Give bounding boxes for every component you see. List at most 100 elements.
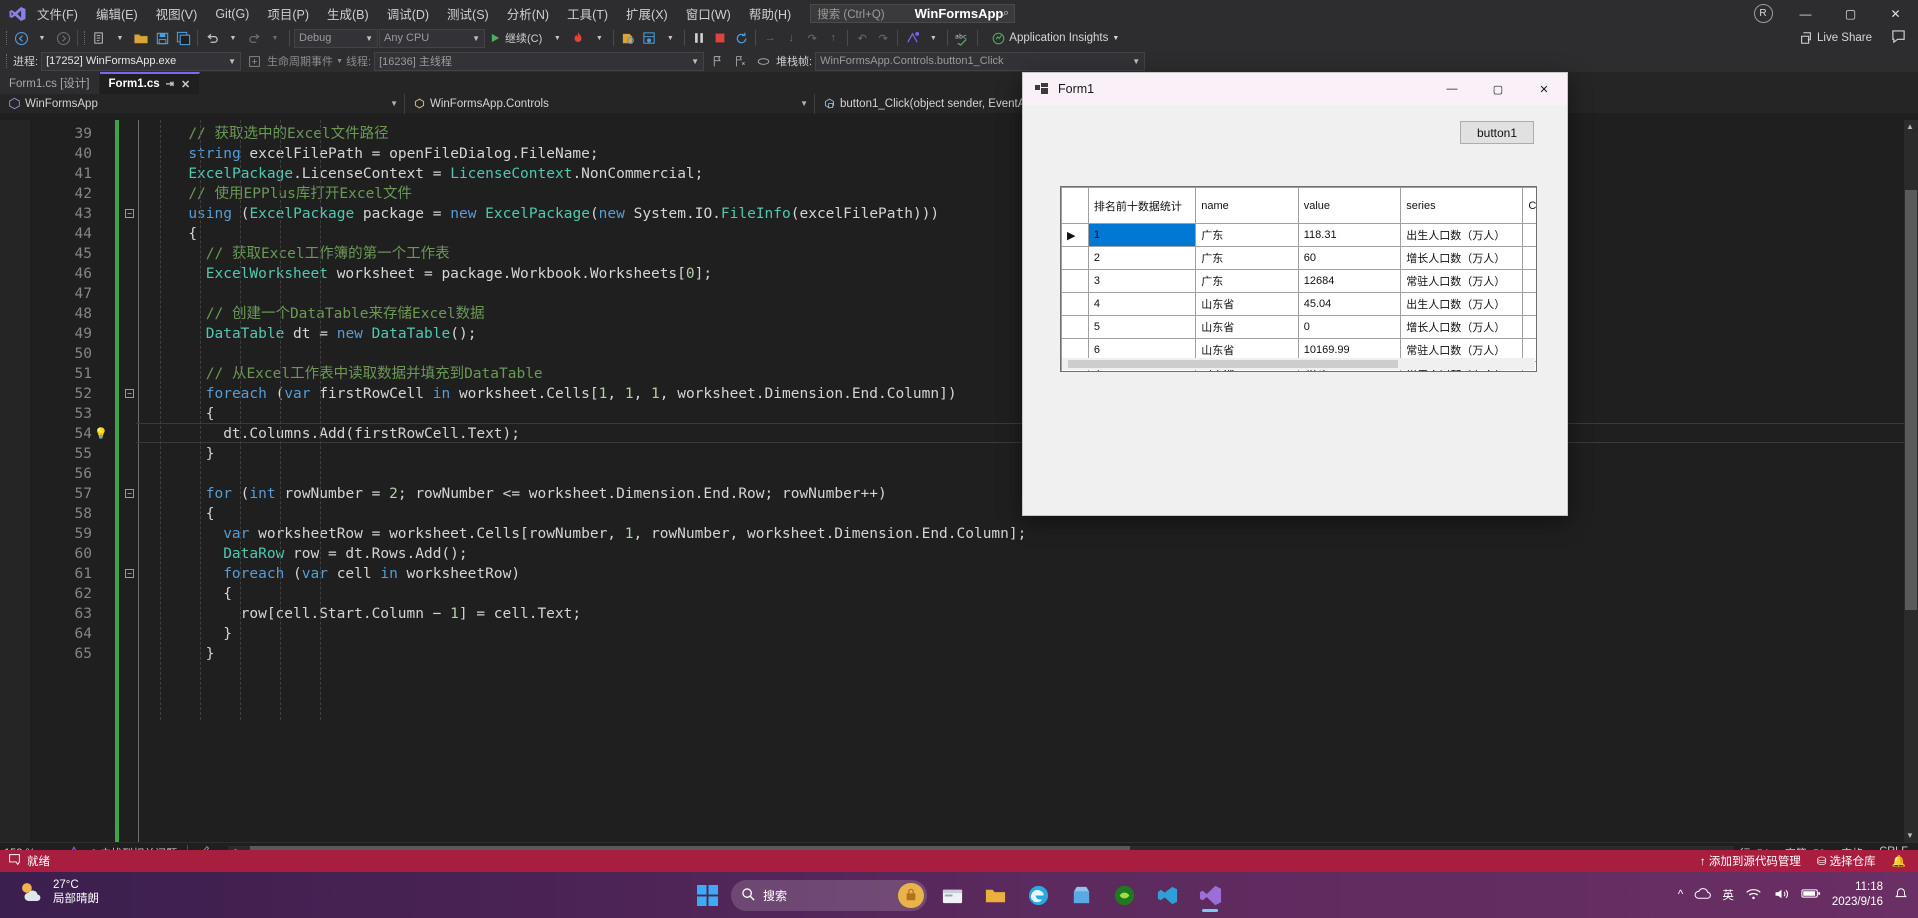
table-cell[interactable]: 广东 [1195,269,1299,293]
close-icon[interactable]: ✕ [181,78,190,91]
code-line[interactable]: ExcelPackage.LicenseContext = LicenseCon… [188,164,703,184]
intellicode-icon[interactable] [902,28,922,48]
ime-language-indicator[interactable]: 英 [1722,887,1734,903]
code-lines-container[interactable]: 39// 获取选中的Excel文件路径 40 string excelFilePat… [0,120,1918,842]
grid-horizontal-scroll-thumb[interactable] [1068,360,1398,368]
weather-widget[interactable]: 27°C 局部晴朗 [18,878,99,906]
code-line[interactable]: { [223,584,232,604]
tab-form1-designer[interactable]: Form1.cs [设计] [0,72,100,94]
breadcrumb-project[interactable]: WinFormsApp ▼ [0,93,405,114]
intellicode-dropdown-icon[interactable]: ▼ [923,28,943,48]
menu-build[interactable]: 生成(B) [318,0,378,27]
taskbar-app-edge[interactable] [1020,877,1056,913]
menu-analyze[interactable]: 分析(N) [498,0,558,27]
code-line[interactable]: DataTable dt = new DataTable(); [206,324,477,344]
lifecycle-events-icon[interactable] [244,51,264,71]
notification-center-icon[interactable] [1894,887,1908,904]
navigate-back-icon[interactable] [11,28,31,48]
code-line[interactable]: } [223,624,232,644]
menu-debug[interactable]: 调试(D) [378,0,438,27]
thread-combo[interactable]: [16236] 主线程 ▼ [374,51,705,71]
redo-icon[interactable] [244,28,264,48]
code-line[interactable]: // 使用EPPlus库打开Excel文件 [188,184,412,204]
button1[interactable]: button1 [1460,121,1534,144]
tray-volume-icon[interactable] [1773,887,1790,904]
menu-view[interactable]: 视图(V) [147,0,207,27]
lifecycle-events-label[interactable]: 生命周期事件 [267,53,333,69]
form1-minimize-button[interactable]: — [1429,73,1475,105]
table-cell[interactable]: 广东 [1195,223,1299,247]
navigate-forward-icon[interactable] [53,28,73,48]
grid-horizontal-scrollbar[interactable] [1062,358,1535,370]
stack-frame-combo[interactable]: WinFormsApp.Controls.button1_Click ▼ [815,51,1146,71]
form1-title-bar[interactable]: Form1 — ▢ ✕ [1023,73,1567,105]
save-all-icon[interactable] [173,28,193,48]
table-cell[interactable] [1522,246,1536,270]
new-item-dropdown-icon[interactable]: ▼ [110,28,130,48]
table-row[interactable]: 4 山东省 45.04 出生人口数（万人） [1061,292,1536,316]
fold-toggle-icon[interactable]: − [125,489,134,498]
table-cell[interactable]: 0 [1297,315,1402,339]
row-selector-cell[interactable]: ▶ [1061,223,1089,247]
table-row[interactable]: 3 广东 12684 常驻人口数（万人） [1061,269,1536,293]
fold-toggle-icon[interactable]: − [125,209,134,218]
code-line[interactable]: // 创建一个DataTable来存储Excel数据 [206,304,485,324]
table-cell[interactable]: 1 [1087,223,1197,247]
menu-test[interactable]: 测试(S) [438,0,498,27]
menu-help[interactable]: 帮助(H) [740,0,800,27]
toolbar-grip-2[interactable] [82,30,88,46]
table-row[interactable]: 5 山东省 0 增长人口数（万人） [1061,315,1536,339]
code-line[interactable]: { [206,404,215,424]
table-cell[interactable]: 出生人口数（万人） [1400,223,1524,247]
step-into-specific-icon[interactable] [618,28,638,48]
code-line[interactable]: foreach (var firstRowCell in worksheet.C… [206,384,957,404]
break-all-icon[interactable] [689,28,709,48]
menu-project[interactable]: 项目(P) [258,0,318,27]
code-editor[interactable]: 39// 获取选中的Excel文件路径 40 string excelFilePat… [0,120,1918,842]
scroll-down-arrow-icon[interactable]: ▼ [1906,831,1914,840]
step-into-icon[interactable]: ↓ [781,28,801,48]
form1-maximize-button[interactable]: ▢ [1475,73,1521,105]
code-line[interactable]: // 获取选中的Excel文件路径 [188,124,388,144]
table-cell[interactable]: 出生人口数（万人） [1400,292,1524,316]
process-combo[interactable]: [17252] WinFormsApp.exe ▼ [41,51,242,71]
navigate-back-dropdown-icon[interactable]: ▼ [32,28,52,48]
stop-debugging-icon[interactable] [710,28,730,48]
menu-tools[interactable]: 工具(T) [558,0,617,27]
code-line[interactable]: foreach (var cell in worksheetRow) [223,564,520,584]
menu-file[interactable]: 文件(F) [28,0,87,27]
table-cell[interactable]: 45.04 [1297,292,1402,316]
header-column1[interactable]: Column1 [1522,187,1536,224]
table-cell[interactable]: 60 [1297,246,1402,270]
hot-reload-dropdown-icon[interactable]: ▼ [589,28,609,48]
table-cell[interactable]: 2 [1087,246,1197,270]
flag-thread-icon[interactable] [707,51,727,71]
form1-close-button[interactable]: ✕ [1521,73,1567,105]
open-file-icon[interactable] [131,28,151,48]
table-cell[interactable]: 118.31 [1297,223,1402,247]
restart-icon[interactable] [731,28,751,48]
table-cell[interactable]: 3 [1087,269,1197,293]
header-row-selector[interactable] [1061,187,1089,224]
new-item-icon[interactable] [89,28,109,48]
table-cell[interactable] [1522,269,1536,293]
scroll-up-arrow-icon[interactable]: ▲ [1906,122,1914,131]
row-selector-cell[interactable] [1061,269,1089,293]
tray-battery-icon[interactable] [1801,887,1821,903]
header-value[interactable]: value [1297,187,1402,224]
code-line[interactable]: } [206,644,215,664]
undo-dropdown-icon[interactable]: ▼ [223,28,243,48]
taskbar-app-visual-studio[interactable] [1192,877,1228,913]
code-line[interactable]: var worksheetRow = worksheet.Cells[rowNu… [223,524,1026,544]
menu-git[interactable]: Git(G) [206,3,258,25]
select-repository[interactable]: ⛁ 选择仓库 [1817,853,1876,869]
code-line[interactable]: // 从Excel工作表中读取数据并填充到DataTable [206,364,543,384]
row-selector-cell[interactable] [1061,292,1089,316]
notifications-icon[interactable]: 🔔 [1892,854,1906,868]
platform-combo[interactable]: Any CPU ▼ [379,28,485,48]
spellcheck-icon[interactable]: abc [952,28,973,48]
show-next-statement-icon[interactable]: → [760,28,780,48]
chevron-down-icon[interactable]: ▼ [336,58,343,65]
table-row[interactable]: ▶ 1 广东 118.31 出生人口数（万人） [1061,223,1536,247]
data-grid-view[interactable]: 排名前十数据统计 name value series Column1 ▶1广东1… [1060,186,1537,372]
